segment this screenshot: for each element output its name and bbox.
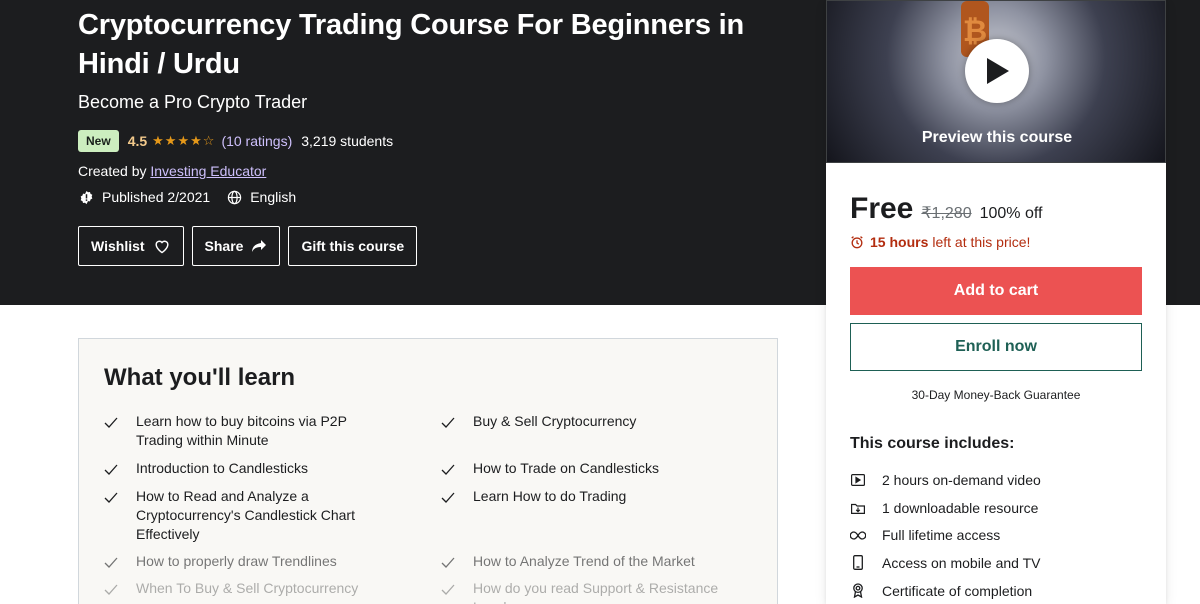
heart-icon — [155, 240, 169, 254]
share-arrow-icon — [252, 240, 267, 252]
course-meta: Published 2/2021 English — [78, 189, 296, 205]
discount-percent: 100% off — [979, 205, 1043, 222]
certificate-icon — [850, 583, 866, 599]
gift-label: Gift this course — [301, 238, 405, 254]
check-icon — [441, 412, 457, 434]
learn-title: What you'll learn — [104, 364, 296, 391]
learn-item: When To Buy & Sell Cryptocurrency — [104, 579, 358, 601]
purchase-sidebar: ₿ Preview this course Free ₹1,280 100% o… — [826, 0, 1166, 604]
star-rating-icon: ★★★★☆ — [152, 133, 216, 148]
check-icon — [441, 579, 457, 604]
include-label: Full lifetime access — [882, 527, 1001, 544]
include-item: 1 downloadable resource — [850, 494, 1041, 522]
share-label: Share — [204, 238, 244, 254]
current-price: Free — [850, 192, 914, 225]
enroll-now-button[interactable]: Enroll now — [850, 323, 1142, 371]
learn-item-text: Learn how to buy bitcoins via P2P Tradin… — [136, 413, 347, 448]
check-icon — [104, 579, 120, 601]
learn-item: How to Read and Analyze a Cryptocurrency… — [104, 487, 376, 544]
check-icon — [441, 552, 457, 574]
course-language: English — [250, 189, 297, 205]
instructor-link[interactable]: Investing Educator — [150, 163, 266, 179]
learn-item: Learn how to buy bitcoins via P2P Tradin… — [104, 412, 394, 450]
learn-item: Learn How to do Trading — [441, 487, 626, 509]
check-icon — [441, 459, 457, 481]
original-price: ₹1,280 — [921, 205, 972, 222]
include-label: 1 downloadable resource — [882, 499, 1039, 516]
course-subtitle: Become a Pro Crypto Trader — [78, 92, 308, 112]
mobile-icon — [850, 555, 866, 571]
download-icon — [850, 502, 866, 514]
gift-course-button[interactable]: Gift this course — [288, 226, 418, 266]
timer-hours: 15 hours — [870, 234, 929, 250]
alert-badge-icon — [78, 189, 94, 205]
learn-item: Buy & Sell Cryptocurrency — [441, 412, 636, 434]
price-timer: 15 hours left at this price! — [850, 234, 1030, 250]
learn-item: Introduction to Candlesticks — [104, 459, 308, 481]
wishlist-button[interactable]: Wishlist — [78, 226, 184, 266]
learn-item: How to Trade on Candlesticks — [441, 459, 659, 481]
preview-label: Preview this course — [921, 129, 1073, 146]
created-by: Created by Investing Educator — [78, 163, 266, 179]
includes-list: 2 hours on-demand video 1 downloadable r… — [850, 466, 1041, 604]
check-icon — [104, 552, 120, 574]
learn-item: How to Analyze Trend of the Market — [441, 552, 695, 574]
add-to-cart-button[interactable]: Add to cart — [850, 267, 1142, 315]
check-icon — [104, 459, 120, 481]
check-icon — [104, 487, 120, 544]
play-button[interactable] — [965, 39, 1029, 103]
student-count: 3,219 students — [301, 133, 394, 149]
include-item: 2 hours on-demand video — [850, 466, 1041, 494]
new-badge: New — [78, 130, 119, 152]
include-item: Certificate of completion — [850, 577, 1041, 604]
learn-item-text: Buy & Sell Cryptocurrency — [473, 413, 637, 429]
includes-title: This course includes: — [850, 435, 1015, 452]
wishlist-label: Wishlist — [91, 238, 145, 254]
include-item: Access on mobile and TV — [850, 549, 1041, 577]
share-button[interactable]: Share — [191, 226, 281, 266]
include-label: 2 hours on-demand video — [882, 471, 1041, 488]
learn-item-text: How to Read and Analyze a Cryptocurrency… — [136, 488, 355, 542]
learn-item-text: Introduction to Candlesticks — [136, 460, 308, 476]
globe-icon — [226, 189, 242, 205]
include-label: Access on mobile and TV — [882, 554, 1041, 571]
check-icon — [104, 412, 120, 450]
learn-item-text: How to Trade on Candlesticks — [473, 460, 659, 476]
include-item: Full lifetime access — [850, 521, 1041, 549]
learn-item-text: How to Analyze Trend of the Market — [473, 553, 695, 569]
video-icon — [850, 473, 866, 486]
learn-item: How to properly draw Trendlines — [104, 552, 337, 574]
course-title: Cryptocurrency Trading Course For Beginn… — [78, 9, 744, 80]
action-buttons: Wishlist Share Gift this course — [78, 226, 418, 266]
learn-item: How do you read Support & Resistance Lev… — [441, 579, 733, 604]
price-row: Free ₹1,280 100% off — [850, 192, 1042, 226]
rating-row: New 4.5 ★★★★☆ (10 ratings) 3,219 student… — [78, 130, 393, 152]
learn-item-text: When To Buy & Sell Cryptocurrency — [136, 580, 359, 596]
what-youll-learn: What you'll learn Learn how to buy bitco… — [78, 338, 778, 604]
published-date: Published 2/2021 — [102, 189, 211, 205]
money-back-guarantee: 30-Day Money-Back Guarantee — [911, 388, 1081, 402]
timer-text: left at this price! — [932, 234, 1031, 250]
play-icon — [987, 58, 1009, 84]
created-by-label: Created by — [78, 163, 147, 179]
rating-count-link[interactable]: (10 ratings) — [221, 133, 292, 149]
check-icon — [441, 487, 457, 509]
alarm-clock-icon — [851, 236, 863, 249]
learn-item-text: How do you read Support & Resistance Lev… — [473, 580, 719, 604]
rating-value: 4.5 — [127, 133, 148, 149]
infinity-icon — [850, 531, 866, 540]
include-label: Certificate of completion — [882, 582, 1033, 599]
learn-item-text: Learn How to do Trading — [473, 488, 627, 504]
course-preview-video[interactable]: ₿ Preview this course — [826, 0, 1166, 163]
learn-item-text: How to properly draw Trendlines — [136, 553, 337, 569]
